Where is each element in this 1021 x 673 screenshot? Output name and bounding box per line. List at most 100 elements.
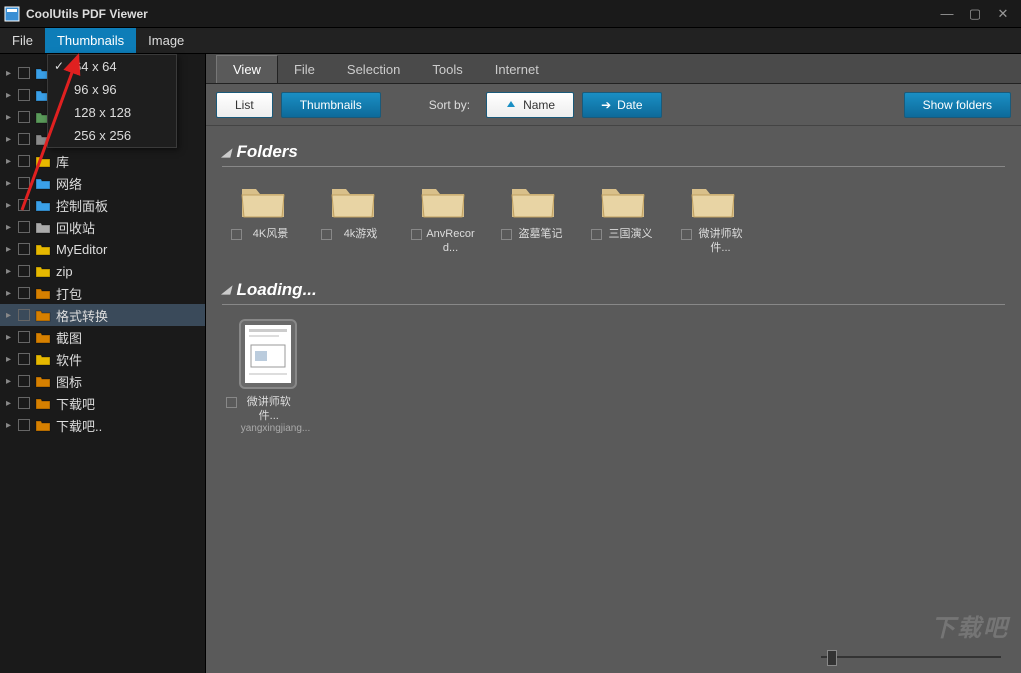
minimize-button[interactable]: — [933,4,961,24]
folder-checkbox[interactable] [501,229,512,240]
tree-item-icon [34,351,52,367]
maximize-button[interactable]: ▢ [961,4,989,24]
tree-checkbox[interactable] [18,199,30,211]
folder-icon [508,181,558,221]
tree-item[interactable]: ▸截图 [0,326,205,348]
expander-icon: ▸ [6,310,18,321]
tree-checkbox[interactable] [18,133,30,145]
expander-icon: ▸ [6,222,18,233]
zoom-slider[interactable] [821,653,1001,661]
tree-checkbox[interactable] [18,155,30,167]
thumbnails-dropdown: ✓64 x 64 96 x 96 128 x 128 256 x 256 [47,54,177,148]
zoom-thumb[interactable] [827,650,837,666]
tree-item-icon [34,329,52,345]
tree-checkbox[interactable] [18,243,30,255]
folder-item[interactable]: 盗墓笔记 [502,181,564,256]
dropdown-96[interactable]: 96 x 96 [48,78,176,101]
folder-checkbox[interactable] [681,229,692,240]
dropdown-256[interactable]: 256 x 256 [48,124,176,147]
tree-checkbox[interactable] [18,309,30,321]
sort-date-button[interactable]: ➔ Date [582,92,661,118]
menu-image[interactable]: Image [136,28,196,53]
tree-checkbox[interactable] [18,177,30,189]
folder-item[interactable]: 4K风景 [232,181,294,256]
tree-item[interactable]: ▸网络 [0,172,205,194]
close-button[interactable]: ✕ [989,4,1017,24]
folder-label: 三国演义 [606,227,656,241]
tab-selection[interactable]: Selection [331,56,416,83]
tree-checkbox[interactable] [18,67,30,79]
folders-section-header[interactable]: ◢ Folders [222,142,1005,162]
tree-checkbox[interactable] [18,287,30,299]
folder-checkbox[interactable] [321,229,332,240]
tree-item[interactable]: ▸MyEditor [0,238,205,260]
tree-checkbox[interactable] [18,353,30,365]
folder-label: AnvRecord... [426,227,476,256]
folder-checkbox[interactable] [591,229,602,240]
dropdown-64[interactable]: ✓64 x 64 [48,55,176,78]
expander-icon: ▸ [6,200,18,211]
tree-item[interactable]: ▸zip [0,260,205,282]
tree-checkbox[interactable] [18,221,30,233]
tree-checkbox[interactable] [18,419,30,431]
tree-item[interactable]: ▸库 [0,150,205,172]
tree-item-label: zip [56,264,73,279]
folder-item[interactable]: AnvRecord... [412,181,474,256]
tree-checkbox[interactable] [18,375,30,387]
expander-icon: ▸ [6,288,18,299]
divider [222,166,1005,167]
tree-item-icon [34,285,52,301]
tree-item[interactable]: ▸控制面板 [0,194,205,216]
dropdown-128[interactable]: 128 x 128 [48,101,176,124]
folder-checkbox[interactable] [411,229,422,240]
folder-item[interactable]: 三国演义 [592,181,654,256]
menu-thumbnails[interactable]: Thumbnails [45,28,136,53]
tree-checkbox[interactable] [18,265,30,277]
menu-file[interactable]: File [0,28,45,53]
expander-icon: ▸ [6,68,18,79]
tree-checkbox[interactable] [18,89,30,101]
tree-checkbox[interactable] [18,331,30,343]
folder-grid: 4K风景 4k游戏 AnvRecord... 盗墓笔记三国演义 微讲师软件... [222,181,1005,256]
view-toolbar: List Thumbnails Sort by: Name ➔ Date Sho… [206,84,1021,126]
tree-item-icon [34,263,52,279]
divider [222,304,1005,305]
file-label: 微讲师软件... [241,395,297,424]
sort-name-button[interactable]: Name [486,92,574,118]
tree-item-label: 下载吧.. [56,416,102,435]
tree-item[interactable]: ▸下载吧.. [0,414,205,436]
file-checkbox[interactable] [226,397,237,408]
expander-icon: ▸ [6,398,18,409]
folder-item[interactable]: 微讲师软件... [682,181,744,256]
tree-item[interactable]: ▸ 打包 [0,282,205,304]
tab-view[interactable]: View [216,55,278,83]
tree-item[interactable]: ▸回收站 [0,216,205,238]
tree-item[interactable]: ▸格式转换 [0,304,205,326]
tree-item-icon [34,175,52,191]
file-sublabel: yangxingjiang... [241,423,311,434]
tab-file[interactable]: File [278,56,331,83]
folder-label: 4K风景 [246,227,296,241]
list-button[interactable]: List [216,92,273,118]
expander-icon: ▸ [6,112,18,123]
tree-item-label: 打包 [56,284,82,303]
tree-item-icon [34,307,52,323]
disclosure-icon: ◢ [222,283,230,296]
tree-item[interactable]: ▸软件 [0,348,205,370]
file-item[interactable]: 微讲师软件...yangxingjiang... [232,319,304,435]
tab-tools[interactable]: Tools [416,56,478,83]
folder-checkbox[interactable] [231,229,242,240]
menubar: File Thumbnails Image ✓64 x 64 96 x 96 1… [0,28,1021,54]
tree-item[interactable]: ▸图标 [0,370,205,392]
folder-item[interactable]: 4k游戏 [322,181,384,256]
tab-internet[interactable]: Internet [479,56,555,83]
tree-checkbox[interactable] [18,111,30,123]
thumbnails-button[interactable]: Thumbnails [281,92,381,118]
show-folders-button[interactable]: Show folders [904,92,1011,118]
tree-item-label: 截图 [56,328,82,347]
tree-item[interactable]: ▸下载吧 [0,392,205,414]
expander-icon: ▸ [6,90,18,101]
tree-checkbox[interactable] [18,397,30,409]
tree-item-icon [34,197,52,213]
loading-section-header[interactable]: ◢ Loading... [222,280,1005,300]
